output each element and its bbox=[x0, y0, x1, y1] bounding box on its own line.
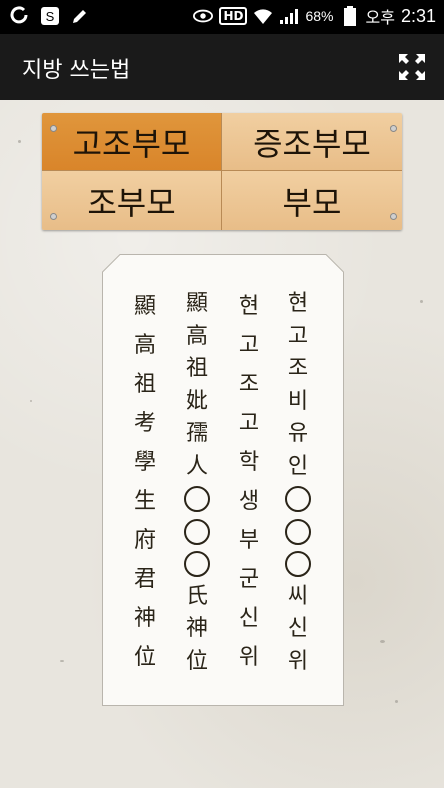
svg-text:S: S bbox=[46, 9, 55, 24]
jibang-character: 氏 bbox=[185, 583, 208, 609]
jibang-character: 현 bbox=[238, 294, 260, 320]
jibang-character: 고 bbox=[287, 323, 309, 349]
generation-tabs: 고조부모 증조부모 조부모 부모 bbox=[42, 113, 402, 230]
signal-icon bbox=[279, 6, 299, 26]
tab-great-grandparents[interactable]: 증조부모 bbox=[222, 113, 402, 171]
name-placeholder-circle bbox=[285, 516, 311, 549]
col-hangul-grandfather: 현고조고학생부군신위 bbox=[232, 288, 266, 678]
name-placeholder-circle bbox=[285, 548, 311, 581]
circle-mark bbox=[184, 518, 210, 545]
s-badge-icon: S bbox=[40, 6, 60, 26]
jibang-character: 유 bbox=[287, 421, 309, 446]
pin-bottom-left bbox=[51, 214, 56, 219]
jibang-character: 현 bbox=[287, 291, 309, 316]
jibang-character: 祖 bbox=[133, 372, 156, 398]
jibang-character: 학 bbox=[238, 450, 260, 476]
jibang-character: 부 bbox=[238, 528, 260, 554]
jibang-character: 고 bbox=[238, 333, 260, 359]
name-placeholder-circle bbox=[184, 516, 210, 549]
jibang-character: 神 bbox=[185, 616, 208, 641]
jibang-character: 生 bbox=[133, 489, 156, 515]
name-placeholder-circle bbox=[184, 548, 210, 581]
col-hangul-grandmother: 현고조비유인씨신위 bbox=[281, 288, 315, 678]
wifi-icon bbox=[253, 6, 273, 26]
jibang-character: 高 bbox=[133, 333, 156, 359]
pin-bottom-right bbox=[391, 214, 396, 219]
jibang-character: 조 bbox=[238, 372, 260, 398]
tab-parents[interactable]: 부모 bbox=[222, 171, 402, 230]
jibang-character: 高 bbox=[185, 323, 208, 349]
circle-mark bbox=[184, 486, 210, 513]
battery-percent: 68% bbox=[305, 8, 334, 24]
pin-top-right bbox=[391, 126, 396, 131]
jibang-character: 씨 bbox=[287, 583, 309, 609]
jibang-character: 位 bbox=[133, 645, 156, 671]
jibang-character: 顯 bbox=[185, 291, 208, 316]
jibang-character: 孺 bbox=[185, 421, 208, 446]
jibang-character: 인 bbox=[287, 453, 309, 479]
jibang-character: 顯 bbox=[133, 294, 156, 320]
jibang-character: 位 bbox=[185, 648, 208, 674]
circle-mark bbox=[285, 486, 311, 513]
jibang-character: 비 bbox=[287, 388, 309, 414]
jibang-character: 考 bbox=[133, 411, 156, 437]
jibang-character: 생 bbox=[238, 489, 260, 515]
app-bar: 지방 쓰는법 bbox=[0, 34, 444, 100]
notification-app-icon bbox=[10, 6, 30, 26]
circle-mark bbox=[285, 518, 311, 545]
col-hanja-grandmother: 顯高祖妣孺人氏神位 bbox=[180, 288, 214, 678]
jibang-character: 위 bbox=[238, 645, 260, 671]
tab-grandparents[interactable]: 조부모 bbox=[42, 171, 222, 230]
col-hanja-grandfather: 顯高祖考學生府君神位 bbox=[128, 288, 162, 678]
jibang-character: 祖 bbox=[185, 356, 208, 381]
jibang-character: 人 bbox=[185, 453, 208, 479]
name-placeholder-circle bbox=[184, 483, 210, 516]
eye-icon bbox=[193, 6, 214, 26]
clock: 2:31 bbox=[400, 5, 436, 26]
circle-mark bbox=[285, 551, 311, 578]
jibang-character: 學 bbox=[133, 450, 156, 476]
jibang-character: 君 bbox=[133, 567, 156, 593]
name-placeholder-circle bbox=[285, 483, 311, 516]
tab-great-great-grandparents[interactable]: 고조부모 bbox=[42, 113, 222, 171]
jibang-character: 군 bbox=[238, 567, 260, 593]
jibang-character: 신 bbox=[287, 616, 309, 641]
jibang-character: 조 bbox=[287, 356, 309, 381]
status-bar: S HD 68% 오후 2:31 bbox=[0, 0, 444, 34]
battery-icon bbox=[340, 6, 360, 26]
jibang-character: 府 bbox=[133, 528, 156, 554]
ampm-label: 오후 bbox=[365, 10, 395, 27]
circle-mark bbox=[184, 551, 210, 578]
fullscreen-icon bbox=[399, 54, 425, 80]
fullscreen-button[interactable] bbox=[398, 53, 426, 81]
page-title: 지방 쓰는법 bbox=[22, 58, 131, 83]
pin-top-left bbox=[51, 126, 56, 131]
pencil-icon bbox=[70, 6, 90, 26]
jibang-character: 위 bbox=[287, 648, 309, 674]
jibang-character: 신 bbox=[238, 606, 260, 632]
hd-badge: HD bbox=[219, 7, 248, 25]
jibang-character: 妣 bbox=[185, 388, 208, 414]
jibang-character: 神 bbox=[133, 606, 156, 632]
jibang-character: 고 bbox=[238, 411, 260, 437]
